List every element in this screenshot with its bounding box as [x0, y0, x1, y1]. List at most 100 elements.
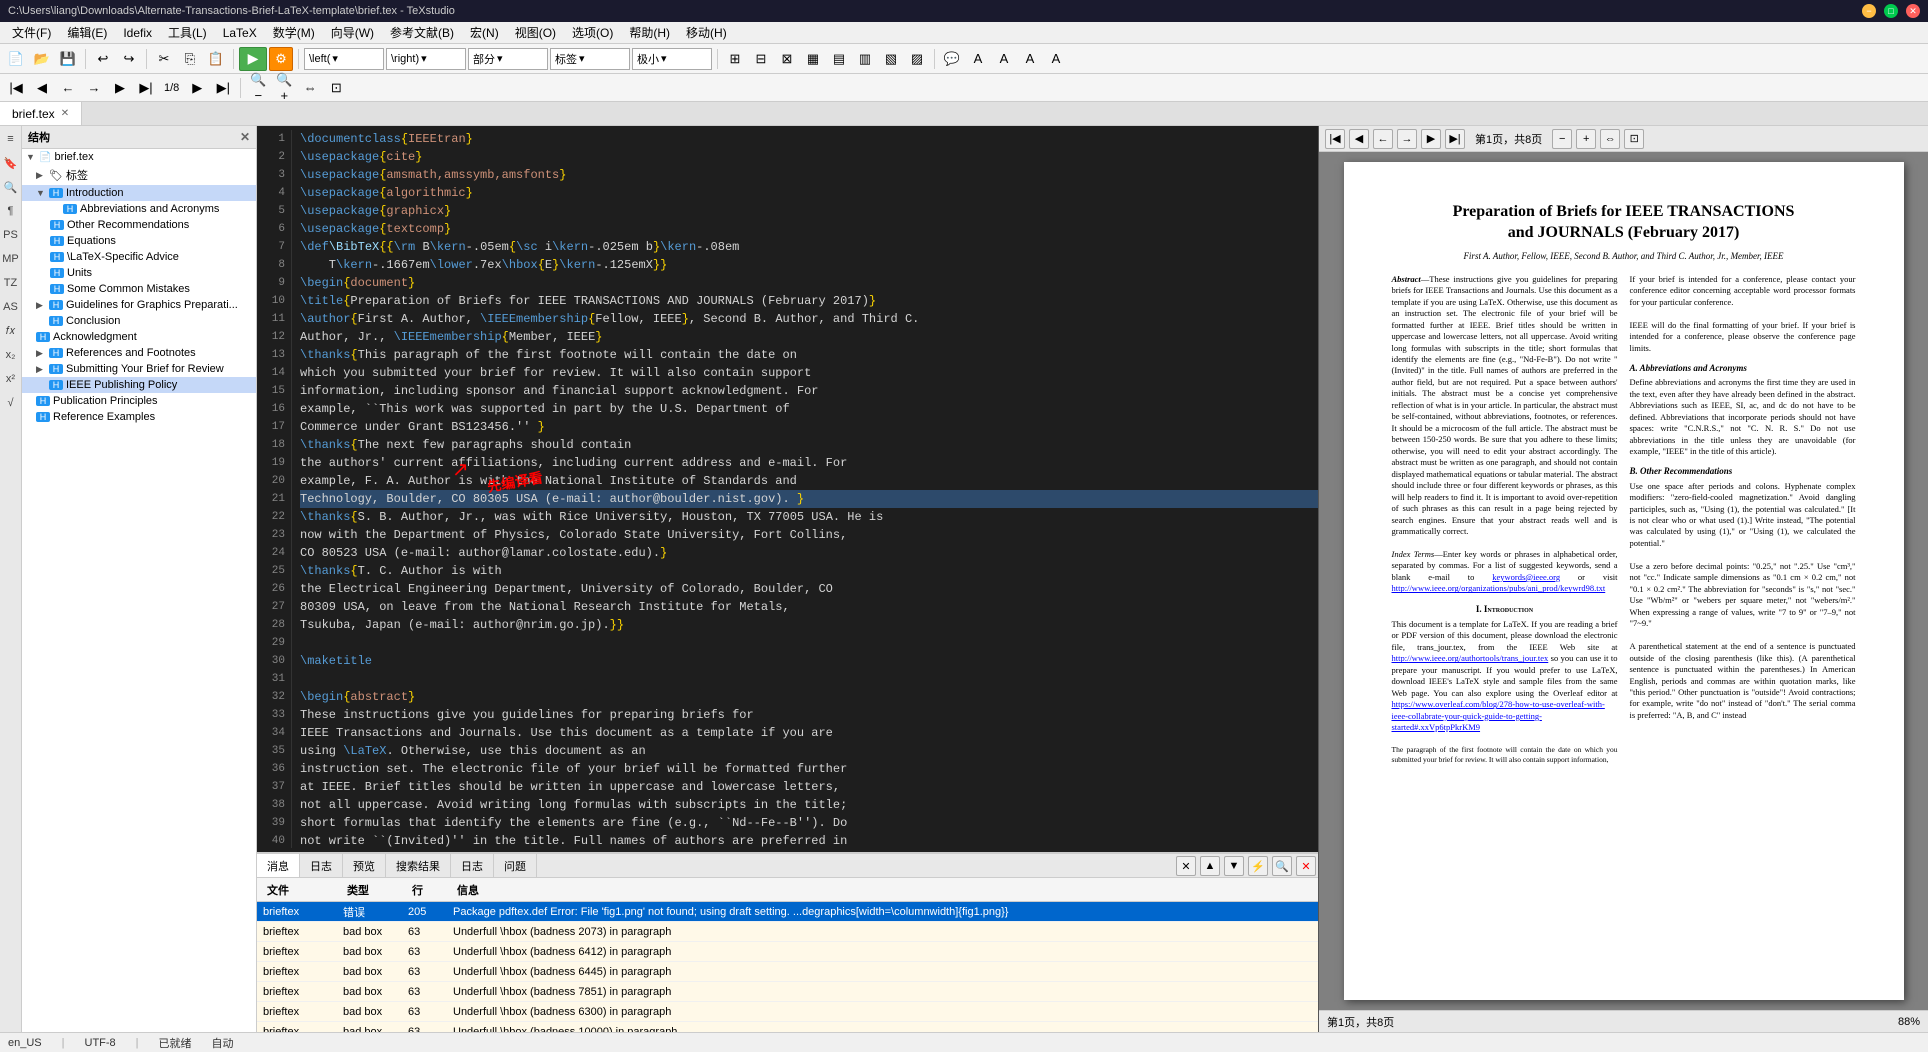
left-delim-dropdown[interactable]: \left( ▾: [304, 48, 384, 70]
struct-acknowledgment[interactable]: H Acknowledgment: [22, 329, 256, 345]
menu-macro[interactable]: 宏(N): [462, 22, 507, 43]
open-file-button[interactable]: 📂: [30, 47, 54, 71]
struct-conclusion[interactable]: H Conclusion: [22, 313, 256, 329]
preview-fit-width[interactable]: ⇔: [1600, 129, 1620, 149]
table-btn-6[interactable]: ▥: [853, 47, 877, 71]
preview-nav-first[interactable]: |◀: [1325, 129, 1345, 149]
text-btn-3[interactable]: A: [1018, 47, 1042, 71]
struct-latex-advice[interactable]: H \LaTeX-Specific Advice: [22, 249, 256, 265]
console-row-error[interactable]: brieftex 错误 205 Package pdftex.def Error…: [257, 902, 1318, 922]
table-btn-3[interactable]: ⊠: [775, 47, 799, 71]
text-btn-1[interactable]: A: [966, 47, 990, 71]
icon-x2[interactable]: x₂: [2, 346, 20, 364]
code-editor[interactable]: 1 2 3 4 5 6 7 8 9 10 11 12 13 14 15 16 1: [257, 126, 1318, 852]
fit-width-btn[interactable]: ⇔: [298, 76, 322, 100]
editor-content[interactable]: 1 2 3 4 5 6 7 8 9 10 11 12 13 14 15 16 1: [257, 126, 1318, 852]
text-btn-2[interactable]: A: [992, 47, 1016, 71]
console-row-3[interactable]: brieftex bad box 63 Underfull \hbox (bad…: [257, 962, 1318, 982]
right-delim-dropdown[interactable]: \right) ▾: [386, 48, 466, 70]
preview-nav-prev[interactable]: ◀: [1349, 129, 1369, 149]
size-dropdown[interactable]: 极小 ▾: [632, 48, 712, 70]
tab-brief-tex[interactable]: brief.tex ✕: [0, 102, 82, 125]
nav-next-button[interactable]: ▶: [108, 76, 132, 100]
zoom-out-btn[interactable]: 🔍−: [246, 76, 270, 100]
struct-abbrev[interactable]: H Abbreviations and Acronyms: [22, 201, 256, 217]
icon-sqrt[interactable]: √: [2, 394, 20, 412]
console-row-2[interactable]: brieftex bad box 63 Underfull \hbox (bad…: [257, 942, 1318, 962]
table-btn-8[interactable]: ▨: [905, 47, 929, 71]
preview-nav-next[interactable]: ▶: [1421, 129, 1441, 149]
struct-equations[interactable]: H Equations: [22, 233, 256, 249]
console-btn-2[interactable]: ▲: [1200, 856, 1220, 876]
redo-button[interactable]: ↪: [117, 47, 141, 71]
console-tab-log[interactable]: 日志: [300, 854, 343, 877]
menu-idefix[interactable]: Idefix: [115, 24, 160, 42]
sidebar-close-button[interactable]: ✕: [240, 130, 250, 144]
table-btn-2[interactable]: ⊟: [749, 47, 773, 71]
table-btn-5[interactable]: ▤: [827, 47, 851, 71]
pdf-nav-next[interactable]: ▶: [185, 76, 209, 100]
console-tab-log2[interactable]: 日志: [451, 854, 494, 877]
menu-edit[interactable]: 编辑(E): [59, 22, 115, 43]
new-file-button[interactable]: 📄: [4, 47, 28, 71]
console-row-5[interactable]: brieftex bad box 63 Underfull \hbox (bad…: [257, 1002, 1318, 1022]
console-btn-6[interactable]: ✕: [1296, 856, 1316, 876]
compile-button[interactable]: ⚙: [269, 47, 293, 71]
section-dropdown[interactable]: 部分 ▾: [468, 48, 548, 70]
struct-other-rec[interactable]: H Other Recommendations: [22, 217, 256, 233]
console-tab-messages[interactable]: 消息: [257, 854, 300, 877]
compile-run-button[interactable]: ▶: [239, 47, 267, 71]
struct-units[interactable]: H Units: [22, 265, 256, 281]
nav-first-button[interactable]: |◀: [4, 76, 28, 100]
console-row-1[interactable]: brieftex bad box 63 Underfull \hbox (bad…: [257, 922, 1318, 942]
nav-prev-button[interactable]: ◀: [30, 76, 54, 100]
search-back-button[interactable]: ←: [56, 76, 80, 100]
menu-file[interactable]: 文件(F): [4, 22, 59, 43]
menu-latex[interactable]: LaTeX: [215, 24, 265, 42]
fit-page-btn[interactable]: ⊡: [324, 76, 348, 100]
icon-mp[interactable]: MP: [2, 250, 20, 268]
code-text-area[interactable]: \documentclass{IEEEtran} \usepackage{cit…: [292, 130, 1318, 848]
table-btn-1[interactable]: ⊞: [723, 47, 747, 71]
text-btn-4[interactable]: A: [1044, 47, 1068, 71]
preview-zoom-in[interactable]: +: [1576, 129, 1596, 149]
preview-nav-last[interactable]: ▶|: [1445, 129, 1465, 149]
preview-zoom-out[interactable]: −: [1552, 129, 1572, 149]
label-dropdown[interactable]: 标签 ▾: [550, 48, 630, 70]
console-btn-3[interactable]: ▼: [1224, 856, 1244, 876]
struct-pub-principles[interactable]: H Publication Principles: [22, 393, 256, 409]
struct-mistakes[interactable]: H Some Common Mistakes: [22, 281, 256, 297]
preview-sync-back[interactable]: ←: [1373, 129, 1393, 149]
tab-close-icon[interactable]: ✕: [61, 108, 69, 119]
icon-as[interactable]: AS: [2, 298, 20, 316]
struct-ref-examples[interactable]: H Reference Examples: [22, 409, 256, 425]
menu-wizard[interactable]: 向导(W): [323, 22, 382, 43]
console-row-4[interactable]: brieftex bad box 63 Underfull \hbox (bad…: [257, 982, 1318, 1002]
icon-tz[interactable]: TZ: [2, 274, 20, 292]
icon-ps[interactable]: PS: [2, 226, 20, 244]
icon-outline[interactable]: ¶: [2, 202, 20, 220]
paste-button[interactable]: 📋: [204, 47, 228, 71]
table-btn-4[interactable]: ▦: [801, 47, 825, 71]
console-tab-issues[interactable]: 问题: [494, 854, 537, 877]
close-button[interactable]: ✕: [1906, 4, 1920, 18]
icon-bookmarks[interactable]: 🔖: [2, 154, 20, 172]
menu-options[interactable]: 选项(O): [564, 22, 621, 43]
console-tab-preview[interactable]: 预览: [343, 854, 386, 877]
search-fwd-button[interactable]: →: [82, 76, 106, 100]
struct-introduction[interactable]: ▼ H Introduction: [22, 185, 256, 201]
icon-structure[interactable]: ≡: [2, 130, 20, 148]
maximize-button[interactable]: □: [1884, 4, 1898, 18]
console-btn-4[interactable]: ⚡: [1248, 856, 1268, 876]
menu-tools[interactable]: 工具(L): [160, 22, 215, 43]
menu-help[interactable]: 帮助(H): [621, 22, 678, 43]
save-file-button[interactable]: 💾: [56, 47, 80, 71]
console-btn-5[interactable]: 🔍: [1272, 856, 1292, 876]
menu-move[interactable]: 移动(H): [678, 22, 735, 43]
minimize-button[interactable]: −: [1862, 4, 1876, 18]
undo-button[interactable]: ↩: [91, 47, 115, 71]
struct-root-file[interactable]: ▼ 📄 brief.tex: [22, 149, 256, 165]
struct-submitting[interactable]: ▶ H Submitting Your Brief for Review: [22, 361, 256, 377]
console-clear-btn[interactable]: ✕: [1176, 856, 1196, 876]
icon-search[interactable]: 🔍: [2, 178, 20, 196]
